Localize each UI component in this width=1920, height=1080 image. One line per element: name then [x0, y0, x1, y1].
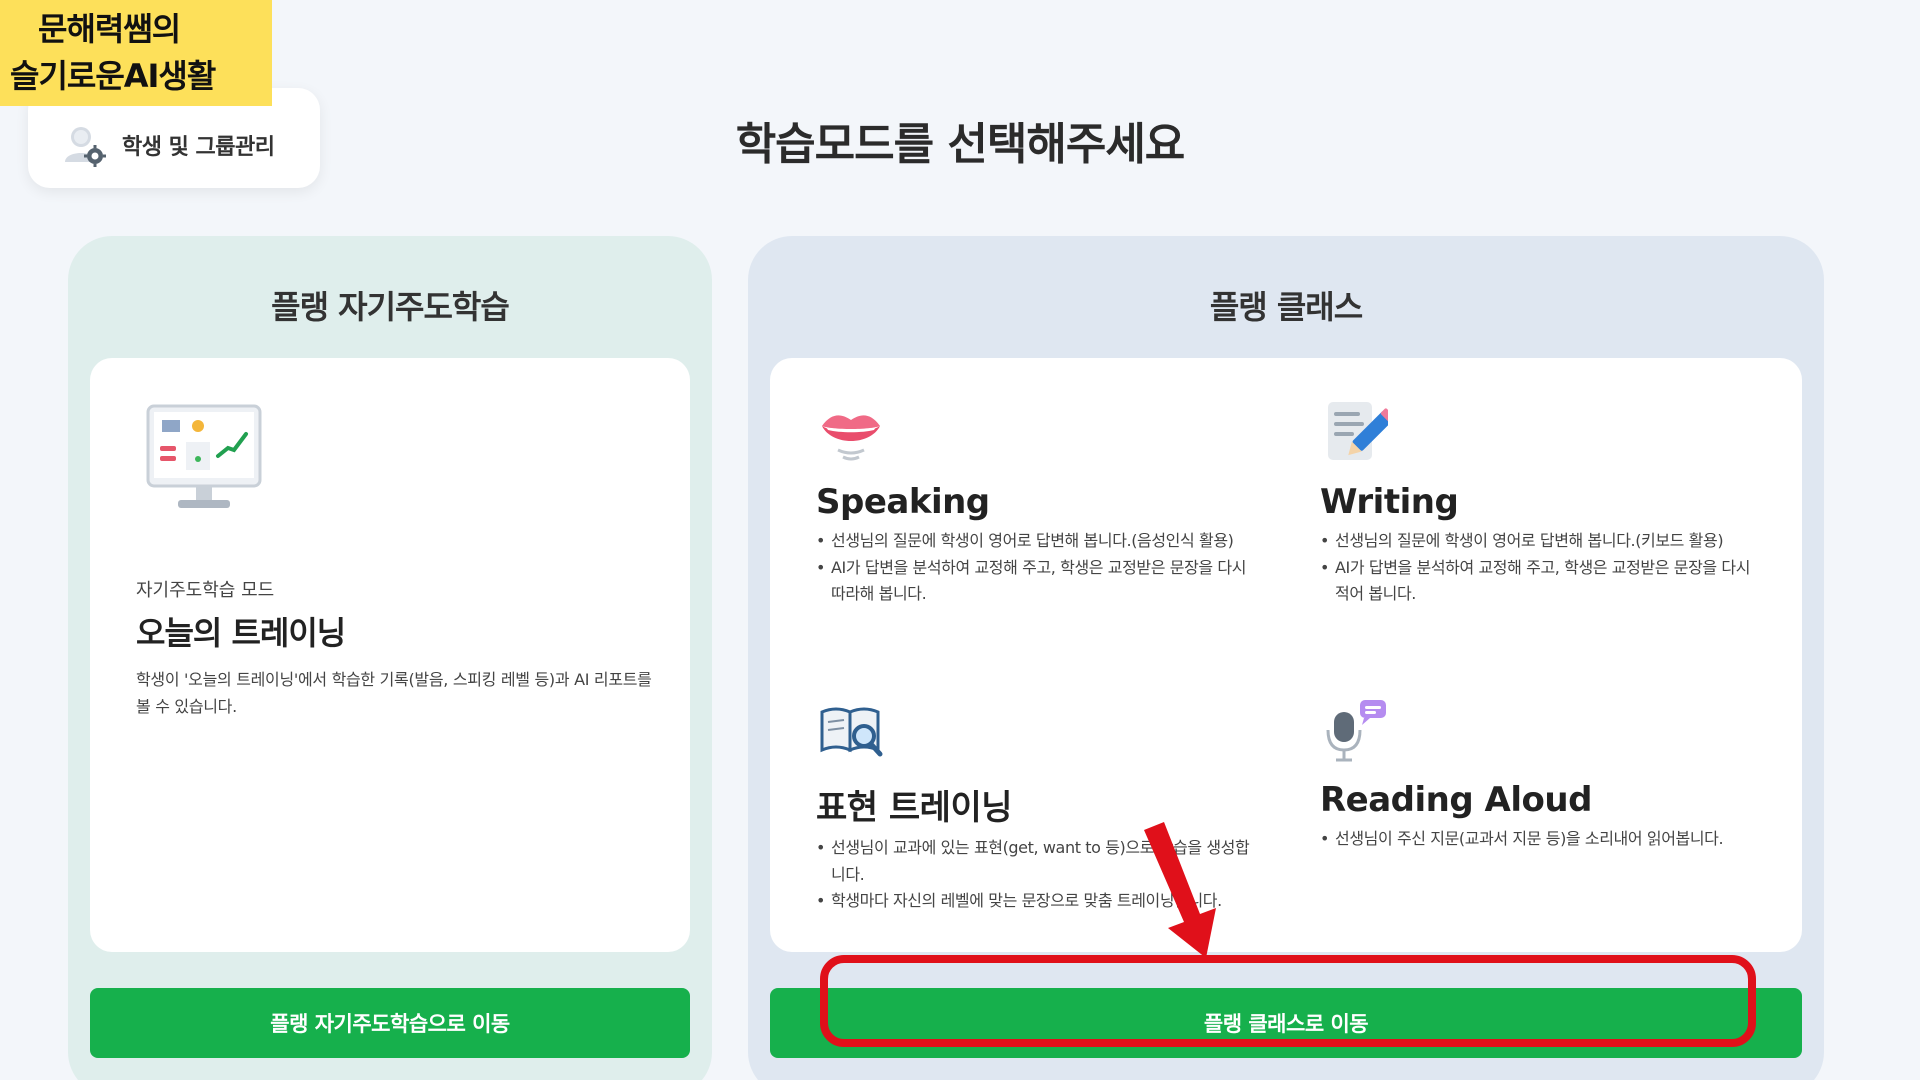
- feature-speaking-bullet: 선생님의 질문에 학생이 영어로 답변해 봅니다.(음성인식 활용): [816, 528, 1256, 555]
- class-panel-title: 플랭 클래스: [1209, 288, 1363, 326]
- dashboard-monitor-icon: [146, 404, 262, 508]
- feature-expression-bullet: 선생님이 교과에 있는 표현(get, want to 등)으로 학습을 생성합…: [816, 835, 1256, 888]
- book-magnifier-icon: [820, 707, 883, 757]
- feature-speaking-bullet: AI가 답변을 분석하여 교정해 주고, 학생은 교정받은 문장을 다시 따라해…: [816, 555, 1256, 608]
- feature-reading-aloud[interactable]: Reading Aloud 선생님이 주신 지문(교과서 지문 등)을 소리내어…: [1320, 698, 1760, 853]
- lips-icon: [822, 415, 880, 461]
- self-directed-panel: 플랭 자기주도학습 자기주도학습 모드 오늘의 트레이닝 학생이 '오늘의 트레…: [68, 236, 712, 1080]
- feature-writing-bullet: AI가 답변을 분석하여 교정해 주고, 학생은 교정받은 문장을 다시 적어 …: [1320, 555, 1760, 608]
- feature-speaking-title: Speaking: [816, 482, 990, 522]
- microphone-icon: [1326, 700, 1386, 762]
- feature-reading-title: Reading Aloud: [1320, 780, 1592, 820]
- feature-reading-bullet: 선생님이 주신 지문(교과서 지문 등)을 소리내어 읽어봅니다.: [1320, 826, 1760, 853]
- mode-subtitle: 자기주도학습 모드: [136, 580, 275, 601]
- self-directed-panel-title: 플랭 자기주도학습: [271, 288, 510, 326]
- feature-expression-bullet: 학생마다 자신의 레벨에 맞는 문장으로 맞춤 트레이닝합니다.: [816, 888, 1256, 915]
- watermark-line1: 문해력쌤의: [38, 10, 181, 48]
- mode-description: 학생이 '오늘의 트레이닝'에서 학습한 기록(발음, 스피킹 레벨 등)과 A…: [136, 670, 652, 716]
- watermark-line2: 슬기로운AI생활: [10, 57, 216, 95]
- page-title: 학습모드를 선택해주세요: [735, 119, 1186, 170]
- feature-expression-title: 표현 트레이닝: [816, 788, 1013, 828]
- self-directed-card: 자기주도학습 모드 오늘의 트레이닝 학생이 '오늘의 트레이닝'에서 학습한 …: [90, 358, 690, 952]
- class-panel: 플랭 클래스 Speaking 선생님의 질문에 학생이 영어로 답변해 봅니다…: [748, 236, 1824, 1080]
- go-class-button[interactable]: 플랭 클래스로 이동: [770, 988, 1802, 1058]
- go-self-directed-button[interactable]: 플랭 자기주도학습으로 이동: [90, 988, 690, 1058]
- feature-writing-title: Writing: [1320, 482, 1459, 522]
- feature-writing-bullet: 선생님의 질문에 학생이 영어로 답변해 봅니다.(키보드 활용): [1320, 528, 1760, 555]
- class-card: Speaking 선생님의 질문에 학생이 영어로 답변해 봅니다.(음성인식 …: [770, 358, 1802, 952]
- watermark-label: 문해력쌤의 슬기로운AI생활: [0, 0, 272, 106]
- pencil-document-icon: [1328, 402, 1395, 460]
- feature-expression-training[interactable]: 표현 트레이닝 선생님이 교과에 있는 표현(get, want to 등)으로…: [816, 698, 1256, 915]
- feature-speaking[interactable]: Speaking 선생님의 질문에 학생이 영어로 답변해 봅니다.(음성인식 …: [816, 400, 1256, 608]
- feature-writing[interactable]: Writing 선생님의 질문에 학생이 영어로 답변해 봅니다.(키보드 활용…: [1320, 400, 1760, 608]
- mode-title: 오늘의 트레이닝: [136, 614, 346, 652]
